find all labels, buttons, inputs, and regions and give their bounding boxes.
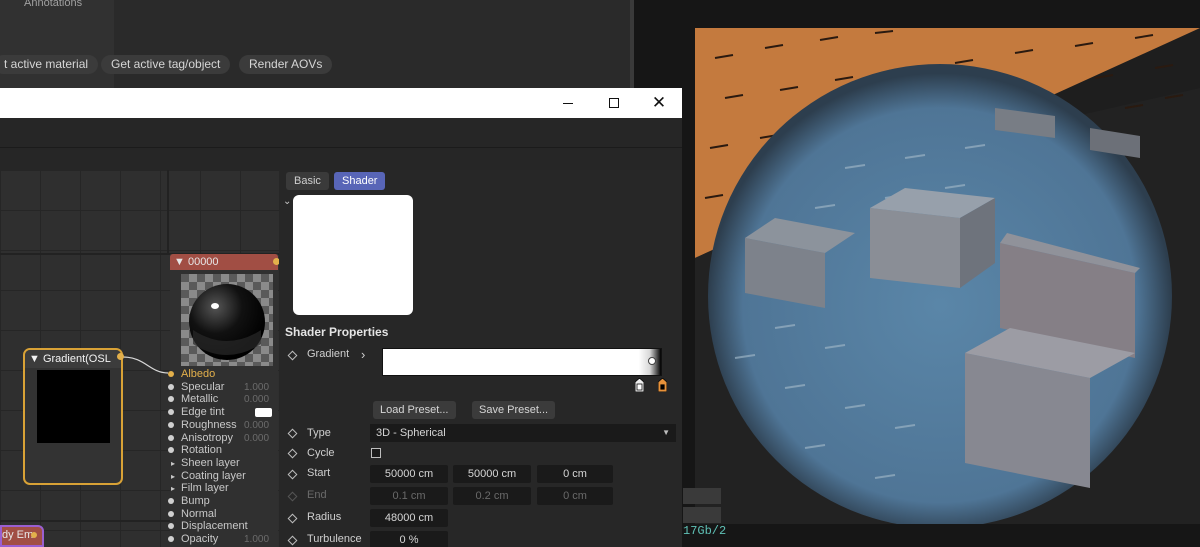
material-input-label: Sheen layer (181, 456, 240, 469)
material-preview-sphere (181, 274, 273, 366)
caret-down-icon: ▼ (662, 428, 670, 437)
gradient-stop-white[interactable] (635, 378, 644, 392)
turbulence-label: Turbulence (307, 533, 362, 545)
material-input-label: Coating layer (181, 469, 246, 482)
save-preset-button[interactable]: Save Preset... (472, 401, 556, 419)
emission-node-title: dy Em (2, 529, 34, 541)
material-input-label: Opacity (181, 533, 219, 546)
cycle-checkbox[interactable] (371, 448, 381, 458)
start-y-field[interactable]: 50000 cm (453, 465, 531, 483)
expand-arrow-icon[interactable]: ▸ (171, 470, 175, 483)
material-input-label: Specular (181, 380, 225, 393)
type-select[interactable]: 3D - Spherical ▼ (370, 424, 676, 442)
tab-basic[interactable]: Basic (286, 172, 329, 190)
expand-arrow-icon[interactable]: ▸ (171, 457, 175, 470)
material-input-label: Edge tint (181, 406, 225, 419)
gradient-node-title: Gradient(OSL (42, 353, 111, 365)
input-port[interactable] (168, 371, 174, 377)
material-input-label: Bump (181, 495, 210, 507)
material-input-label: Roughness (181, 418, 237, 431)
material-input-value: 0.000 (244, 432, 270, 444)
chevron-right-icon[interactable]: › (361, 347, 365, 362)
material-input-value: 0.000 (244, 419, 270, 431)
material-node-title: 00000 (187, 256, 219, 268)
radius-field[interactable]: 48000 cm (370, 509, 448, 527)
material-input-label: Film layer (181, 482, 229, 495)
gradient-stop-selected[interactable] (658, 378, 667, 392)
load-preset-button[interactable]: Load Preset... (373, 401, 456, 419)
material-input-label: Displacement (181, 520, 248, 533)
expand-arrow-icon[interactable]: ▸ (171, 482, 175, 495)
material-input-label: Metallic (181, 393, 219, 406)
end-x-field: 0.1 cm (370, 487, 448, 505)
gradient-node[interactable]: ▼ Gradient(OSL (23, 348, 123, 485)
render-image (695, 28, 1200, 524)
status-panel-1 (683, 488, 721, 504)
material-input-value: 0.000 (244, 394, 270, 406)
render-viewport[interactable] (695, 28, 1200, 524)
section-title: Shader Properties (285, 325, 389, 339)
material-node-header[interactable]: ▼ 00000 (170, 254, 278, 270)
gradient-knob[interactable] (648, 357, 656, 365)
gradient-ramp[interactable] (382, 348, 662, 376)
input-port[interactable] (168, 510, 174, 517)
end-label: End (307, 489, 327, 501)
chevron-down-icon[interactable]: ⌄ (283, 196, 291, 207)
material-input-label: Anisotropy (181, 431, 233, 444)
start-x-field[interactable]: 50000 cm (370, 465, 448, 483)
gradient-output-port[interactable] (117, 353, 124, 360)
material-input-label: Rotation (181, 444, 222, 457)
material-input-label: Normal (181, 507, 217, 520)
gradient-label: Gradient (307, 348, 350, 360)
material-input-value: 1.000 (244, 381, 270, 393)
gradient-node-preview (37, 370, 110, 443)
input-port[interactable] (168, 421, 174, 428)
start-label: Start (307, 467, 331, 479)
turbulence-field[interactable]: 0 % (370, 531, 448, 547)
type-label: Type (307, 427, 331, 439)
gradient-node-header[interactable]: ▼ Gradient(OSL (25, 350, 121, 368)
material-input-value: 1.000 (244, 534, 270, 546)
input-port[interactable] (168, 498, 174, 504)
shader-preview (293, 195, 413, 315)
emission-node[interactable]: dy Em (0, 525, 44, 547)
input-port[interactable] (168, 434, 174, 441)
emission-output-port[interactable] (31, 532, 37, 538)
connection-wire (122, 356, 169, 374)
input-port[interactable] (168, 383, 174, 390)
material-input-label: Albedo (181, 368, 216, 380)
type-select-value: 3D - Spherical (376, 427, 446, 439)
start-z-field[interactable]: 0 cm (537, 465, 613, 483)
cycle-label: Cycle (307, 447, 335, 459)
end-y-field: 0.2 cm (453, 487, 531, 505)
edge-tint-swatch[interactable] (255, 408, 272, 418)
radius-label: Radius (307, 511, 342, 523)
memory-status-text: 17Gb/2 (683, 524, 727, 538)
end-z-field: 0 cm (537, 487, 613, 505)
tab-shader[interactable]: Shader (334, 172, 386, 190)
status-panel-2 (683, 507, 721, 523)
